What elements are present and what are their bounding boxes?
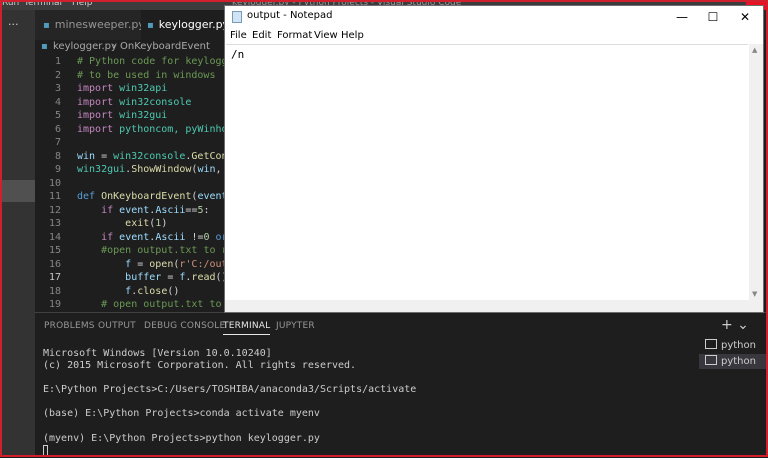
line-number: 4 (54, 96, 61, 108)
line-number: 9 (54, 164, 61, 175)
menu-file[interactable]: File (230, 30, 247, 41)
line-number: 6 (54, 123, 61, 135)
breadcrumb-symbol[interactable]: OnKeyboardEvent (120, 40, 210, 54)
minimize-button[interactable]: — (667, 6, 697, 28)
tab-jupyter[interactable]: JUPYTER (276, 321, 315, 331)
line-number: 2 (54, 69, 61, 81)
terminal-line: (base) E:\Python Projects>conda activate… (43, 408, 320, 419)
menu-help[interactable]: Help (341, 30, 364, 41)
tab-label: minesweeper.py (54, 18, 145, 31)
terminal-cursor (43, 445, 48, 457)
code-line: win32gui.ShowWindow(win, 0) (77, 164, 222, 175)
maximize-button[interactable]: ☐ (698, 6, 728, 28)
code-line: f.close() (125, 285, 180, 297)
line-number: 5 (54, 110, 61, 121)
code-line: import win32console (77, 96, 192, 108)
code-line: buffer = f.read() (125, 272, 225, 283)
tab-output[interactable]: OUTPUT (98, 321, 136, 331)
line-number: 8 (54, 150, 61, 162)
line-number: 10 (48, 177, 61, 189)
menu-help[interactable]: Help (72, 0, 93, 8)
code-line: # Python code for keylogger (77, 56, 225, 67)
code-line: # open output.txt to wr (101, 299, 222, 310)
tab-terminal[interactable]: TERMINAL (223, 321, 271, 335)
notepad-content: /n (231, 48, 245, 61)
code-editor[interactable]: 1 2 3 4 5 6 7 8 9 10 11 12 13 14 15 16 1… (35, 54, 225, 312)
terminal-instance[interactable]: python (699, 354, 768, 369)
notepad-title-bar[interactable]: output - Notepad — ☐ ✕ (225, 6, 763, 28)
line-number: 15 (48, 245, 61, 256)
python-file-icon: ▪ (41, 41, 48, 52)
notepad-title: output - Notepad (247, 10, 333, 21)
code-line: def OnKeyboardEvent(event): (77, 191, 225, 202)
more-actions-icon[interactable]: ··· (8, 18, 19, 31)
vertical-scrollbar[interactable]: ▲ ▼ (749, 44, 763, 300)
terminal-icon (705, 355, 717, 365)
breadcrumb-separator: › (112, 41, 116, 52)
terminal-line: E:\Python Projects>C:/Users/TOSHIBA/anac… (43, 384, 417, 395)
menu-edit[interactable]: Edit (252, 30, 271, 41)
code-line: f = open(r'C:/output (125, 258, 225, 270)
menu-view[interactable]: View (314, 30, 338, 41)
code-line: import pythoncom, pyWinhook (77, 123, 225, 135)
notepad-window[interactable]: output - Notepad — ☐ ✕ File Edit Format … (224, 5, 764, 313)
activity-bar: ··· (0, 10, 35, 457)
code-line: # to be used in windows (77, 69, 216, 81)
python-file-icon: ▪ (43, 20, 50, 31)
bottom-panel: PROBLEMS OUTPUT DEBUG CONSOLE TERMINAL J… (35, 312, 768, 458)
line-number: 13 (48, 218, 61, 229)
new-terminal-button[interactable]: + ⌄ (721, 317, 749, 333)
code-line: import win32api (77, 83, 168, 94)
code-line: exit(1) (125, 218, 168, 229)
terminal-instance[interactable]: python (699, 338, 768, 353)
terminal-instance-label: python (721, 356, 756, 367)
terminal-line: (myenv) E:\Python Projects>python keylog… (43, 433, 320, 444)
tab-label: keylogger.py (158, 18, 230, 31)
terminal-icon (705, 339, 717, 349)
line-number: 19 (48, 299, 61, 310)
line-number: 12 (48, 204, 61, 216)
tab-problems[interactable]: PROBLEMS (44, 321, 95, 331)
code-line: if event.Ascii==5: (101, 204, 210, 216)
tab-debug-console[interactable]: DEBUG CONSOLE (144, 321, 225, 331)
line-number: 18 (48, 285, 61, 297)
activity-selected-item[interactable] (0, 180, 35, 202)
scrollbar-corner (749, 300, 763, 312)
menu-terminal[interactable]: Terminal (24, 0, 62, 8)
line-number: 7 (54, 137, 61, 148)
notepad-icon (232, 11, 242, 23)
code-line: #open output.txt to read (101, 245, 225, 256)
notepad-text-area[interactable]: /n (226, 44, 748, 301)
scroll-up-icon[interactable]: ▲ (752, 46, 757, 54)
python-file-icon: ▪ (147, 20, 154, 31)
terminal-instance-label: python (721, 340, 756, 351)
scroll-down-icon[interactable]: ▼ (752, 290, 757, 298)
line-number: 3 (54, 83, 61, 94)
terminal-line: Microsoft Windows [Version 10.0.10240] (43, 348, 272, 359)
menu-format[interactable]: Format (277, 30, 312, 41)
tab-minesweeper[interactable]: ▪ minesweeper.py (37, 10, 145, 40)
code-line: if event.Ascii !=0 or 8 (101, 231, 225, 243)
line-number: 14 (48, 231, 61, 243)
breadcrumb-file[interactable]: keylogger.py (53, 40, 117, 54)
code-line: import win32gui (77, 110, 168, 121)
line-number: 1 (54, 56, 61, 67)
close-button[interactable]: ✕ (730, 6, 760, 28)
line-number: 16 (48, 258, 61, 270)
horizontal-scrollbar[interactable] (225, 300, 749, 312)
notepad-menu-bar: File Edit Format View Help (225, 28, 763, 44)
terminal-line: (c) 2015 Microsoft Corporation. All righ… (43, 360, 357, 371)
menu-run[interactable]: Run (2, 0, 19, 8)
line-number: 17 (48, 272, 61, 283)
line-number: 11 (48, 191, 61, 202)
code-line: win = win32console.GetConsoleWindow (77, 150, 225, 162)
